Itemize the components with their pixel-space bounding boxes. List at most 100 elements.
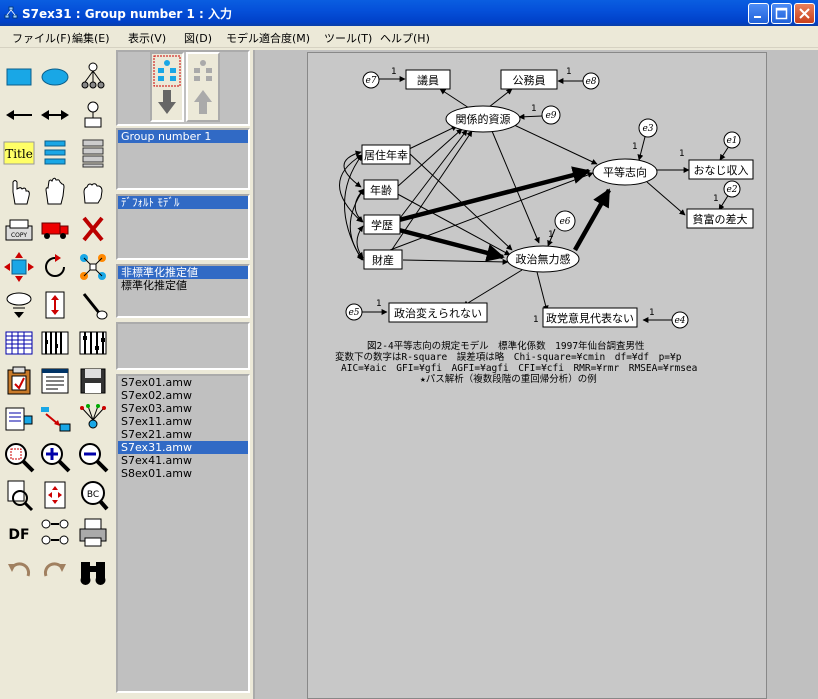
object-properties-tool[interactable] [2, 402, 36, 436]
minimize-button[interactable] [748, 3, 769, 24]
path-kankeiteki-koumuin[interactable] [488, 88, 513, 108]
zoom-in-tool[interactable] [38, 440, 72, 474]
file-item[interactable]: S7ex41.amw [118, 454, 248, 467]
print-diagram-tool[interactable] [76, 516, 110, 550]
multiple-group-analysis-tool[interactable] [38, 516, 72, 550]
specification-search-tool[interactable] [76, 554, 110, 588]
path-e3-byoudou[interactable] [637, 132, 647, 161]
deselect-all-objects-tool[interactable] [76, 174, 110, 208]
model-item[interactable]: ﾃﾞﾌｫﾙﾄ ﾓﾃﾞﾙ [118, 196, 248, 209]
resize-shape-icon [4, 252, 34, 282]
file-item[interactable]: S7ex01.amw [118, 376, 248, 389]
view-page-tool[interactable] [2, 478, 36, 512]
path-gakureki-kankeiteki[interactable] [396, 129, 468, 223]
menu-model-fit[interactable]: モデル適合度(M) [226, 30, 310, 46]
select-data-files-tool[interactable] [2, 326, 36, 360]
save-diagram-tool[interactable] [76, 364, 110, 398]
draw-observed-rectangle-tool[interactable] [2, 60, 36, 94]
weight-label-e1: 1 [679, 149, 685, 159]
error-e8-label: e8 [585, 77, 596, 87]
drag-properties-tool[interactable] [38, 402, 72, 436]
path-e2-hinpu[interactable] [718, 193, 730, 211]
figure-caption-tool[interactable]: Title [2, 136, 36, 170]
estimate-unstandardized[interactable]: 非標準化推定値 [118, 266, 248, 279]
open-hand-icon [45, 177, 65, 205]
weight-label-e4: 1 [649, 308, 655, 318]
calculate-estimates-tool[interactable] [76, 326, 110, 360]
menu-diagram[interactable]: 図(D) [184, 30, 212, 46]
path-e9-kankeiteki[interactable] [518, 113, 543, 120]
move-parameter-tool[interactable] [2, 288, 36, 322]
path-muryoku-kaerarenai[interactable] [462, 269, 523, 307]
zoom-out-icon [79, 443, 109, 473]
svg-text:BC: BC [87, 490, 99, 500]
caption-line-4: ★パス解析（複数段階の重回帰分析）の例 [420, 374, 597, 385]
file-item[interactable]: S7ex31.amw [118, 441, 248, 454]
latent-byoudou-label: 平等志向 [603, 165, 647, 179]
change-shape-tool[interactable] [2, 250, 36, 284]
menu-file[interactable]: ファイル(F) [12, 30, 71, 46]
zoom-out-tool[interactable] [76, 440, 110, 474]
draw-indicator-tool[interactable] [76, 60, 110, 94]
file-item[interactable]: S7ex11.amw [118, 415, 248, 428]
analysis-properties-tool[interactable] [38, 326, 72, 360]
menu-tools[interactable]: ツール(T) [324, 30, 372, 46]
symmetry-icon [80, 404, 106, 429]
close-icon [799, 8, 810, 19]
touch-up-tool[interactable] [76, 288, 110, 322]
select-one-object-tool[interactable] [2, 174, 36, 208]
duplicate-objects-tool[interactable]: COPY [2, 212, 36, 246]
reflect-indicators-tool[interactable] [76, 250, 110, 284]
undo-tool[interactable] [2, 554, 36, 588]
list-variables-in-dataset-tool[interactable] [76, 136, 110, 170]
group-item[interactable]: Group number 1 [118, 130, 248, 143]
maximize-button[interactable] [771, 3, 792, 24]
draw-path-tool[interactable] [2, 98, 36, 132]
draw-latent-ellipse-tool[interactable] [38, 60, 72, 94]
binoculars-icon [80, 562, 106, 585]
add-unique-variable-tool[interactable] [76, 98, 110, 132]
path-muryoku-byoudou[interactable] [573, 188, 611, 252]
zoom-in-on-area-tool[interactable] [2, 440, 36, 474]
close-button[interactable] [794, 3, 815, 24]
file-item[interactable]: S8ex01.amw [118, 467, 248, 480]
fit-to-page-tool[interactable] [38, 478, 72, 512]
menu-edit[interactable]: 編集(E) [72, 30, 110, 46]
file-item[interactable]: S7ex02.amw [118, 389, 248, 402]
menu-view[interactable]: 表示(V) [128, 30, 166, 46]
copy-to-clipboard-tool[interactable] [2, 364, 36, 398]
arrow-left-icon [6, 110, 32, 120]
estimate-standardized[interactable]: 標準化推定値 [118, 279, 248, 292]
path-muryoku-seitou[interactable] [536, 271, 549, 312]
file-item[interactable]: S7ex03.amw [118, 402, 248, 415]
view-text-output-tool[interactable] [38, 364, 72, 398]
path-e1-onaji[interactable] [719, 145, 730, 161]
redo-tool[interactable] [38, 554, 72, 588]
weight-label-e8: 1 [566, 67, 572, 77]
move-objects-tool[interactable] [38, 212, 72, 246]
magnify-tool[interactable]: BC [76, 478, 110, 512]
erase-objects-tool[interactable] [76, 212, 110, 246]
menu-help[interactable]: ヘルプ(H) [380, 30, 430, 46]
list-variables-in-model-tool[interactable] [38, 136, 72, 170]
rotate-indicators-tool[interactable] [38, 250, 72, 284]
weight-label-e3: 1 [632, 142, 638, 152]
path-kankeiteki-giin[interactable] [439, 88, 470, 109]
degrees-of-freedom-tool[interactable]: DF [2, 516, 36, 550]
preserve-symmetries-tool[interactable] [76, 402, 110, 436]
cov-nenrei-zaisan[interactable] [349, 188, 365, 261]
path-byoudou-hinpu[interactable] [646, 181, 686, 216]
draw-covariance-tool[interactable] [38, 98, 72, 132]
obs-kyoju-label: 居住年幸 [364, 148, 408, 162]
view-output-button[interactable] [186, 52, 220, 122]
path-kankeiteki-byoudou[interactable] [511, 123, 598, 165]
obs-gakureki-label: 学歴 [371, 218, 393, 232]
select-all-objects-tool[interactable] [38, 174, 72, 208]
path-gakureki-muryoku[interactable] [398, 227, 505, 262]
scroll-tool[interactable] [38, 288, 72, 322]
path-kyoju-kankeiteki[interactable] [406, 125, 458, 151]
cov-kyoju-gakureki[interactable] [339, 154, 363, 223]
path-zaisan-muryoku[interactable] [402, 258, 509, 265]
view-input-button[interactable] [150, 52, 184, 122]
file-item[interactable]: S7ex21.amw [118, 428, 248, 441]
